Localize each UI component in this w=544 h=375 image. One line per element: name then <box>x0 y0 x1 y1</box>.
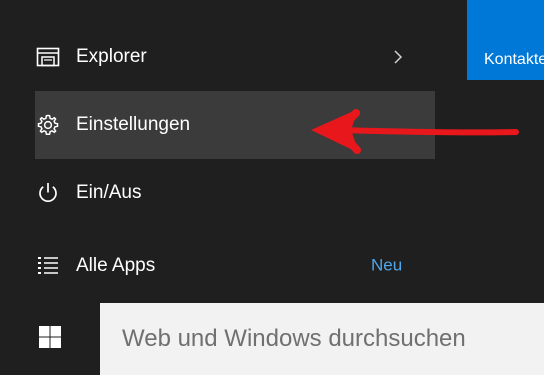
contacts-tile-label: Kontakte <box>484 51 544 68</box>
menu-item-explorer-label: Explorer <box>76 46 147 67</box>
power-icon <box>35 180 61 206</box>
taskbar: Web und Windows durchsuchen <box>0 303 544 375</box>
file-explorer-icon <box>35 44 61 70</box>
search-input[interactable]: Web und Windows durchsuchen <box>100 303 544 375</box>
menu-item-explorer[interactable]: Explorer <box>35 23 435 91</box>
menu-item-power-label: Ein/Aus <box>76 182 142 203</box>
gear-icon <box>35 112 61 138</box>
chevron-right-icon <box>391 48 405 66</box>
start-button[interactable] <box>0 303 100 375</box>
new-badge: Neu <box>371 255 403 275</box>
search-placeholder: Web und Windows durchsuchen <box>122 325 466 352</box>
menu-item-power[interactable]: Ein/Aus <box>35 159 435 227</box>
menu-item-all-apps-label: Alle Apps <box>76 255 156 276</box>
red-arrow-annotation <box>311 109 519 154</box>
contacts-tile[interactable]: Kontakte <box>467 0 544 80</box>
list-icon <box>35 253 61 279</box>
menu-item-all-apps[interactable]: Alle Apps Neu <box>35 232 435 300</box>
windows-logo-icon <box>38 325 62 354</box>
start-menu-screen: Explorer Einstellungen Ein/Aus Alle Apps… <box>0 0 544 375</box>
menu-item-settings-label: Einstellungen <box>76 114 191 135</box>
